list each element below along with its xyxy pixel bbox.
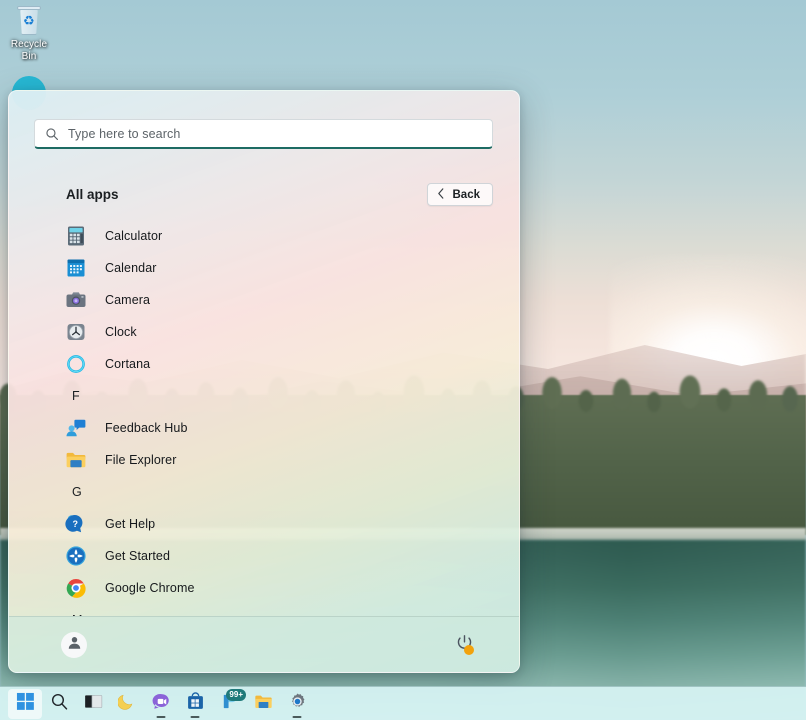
app-list-item-label: Cortana xyxy=(105,357,150,371)
search-input[interactable]: Type here to search xyxy=(34,119,493,149)
taskbar-running-indicator xyxy=(157,716,166,718)
user-account-icon xyxy=(67,635,82,655)
desktop[interactable]: ♻ Recycle Bin Type here to search All ap… xyxy=(0,0,806,720)
taskbar-microsoft-store-button[interactable] xyxy=(178,689,212,719)
desktop-icon-recycle-bin[interactable]: ♻ Recycle Bin xyxy=(4,4,54,63)
taskbar-running-indicator xyxy=(293,716,302,718)
get-help-icon: ? xyxy=(65,513,87,535)
app-list-item-label: Camera xyxy=(105,293,150,307)
app-list-item-label: Get Help xyxy=(105,517,155,531)
app-list-item[interactable]: Camera xyxy=(9,284,519,316)
app-list-item[interactable]: Cortana xyxy=(9,348,519,380)
file-explorer-icon xyxy=(65,449,87,471)
microsoft-store-icon xyxy=(186,692,205,716)
app-list-item[interactable]: Google Chrome xyxy=(9,572,519,604)
app-section-letter: G xyxy=(9,476,519,508)
calculator-icon xyxy=(65,225,87,247)
all-apps-list[interactable]: Calculator xyxy=(9,206,519,616)
app-list-item-label: Clock xyxy=(105,325,137,339)
app-list-item[interactable]: File Explorer xyxy=(9,444,519,476)
task-view-icon xyxy=(84,692,103,716)
taskbar-task-view-button[interactable] xyxy=(76,689,110,719)
chevron-left-icon xyxy=(437,186,445,204)
taskbar-settings-button[interactable] xyxy=(280,689,314,719)
taskbar-widgets-button[interactable] xyxy=(110,689,144,719)
all-apps-header: All apps Back xyxy=(9,149,519,206)
app-list-item[interactable]: Calculator xyxy=(9,220,519,252)
taskbar-search-button[interactable] xyxy=(42,689,76,719)
app-list-item-label: Feedback Hub xyxy=(105,421,188,435)
file-explorer-icon xyxy=(254,692,273,716)
search-placeholder: Type here to search xyxy=(68,127,180,141)
power-button[interactable] xyxy=(451,632,477,658)
page-title: All apps xyxy=(66,187,119,202)
app-list-item[interactable]: Get Started xyxy=(9,540,519,572)
taskbar-running-indicator xyxy=(191,716,200,718)
search-icon xyxy=(45,127,59,141)
app-list-item-label: Calculator xyxy=(105,229,162,243)
user-account-button[interactable] xyxy=(61,632,87,658)
widgets-icon xyxy=(118,692,137,716)
taskbar-chat-button[interactable] xyxy=(144,689,178,719)
app-list-item-label: File Explorer xyxy=(105,453,176,467)
windows-logo-icon xyxy=(16,692,35,716)
taskbar-notification-badge: 99+ xyxy=(226,689,246,701)
power-update-badge xyxy=(464,645,474,655)
app-section-letter: F xyxy=(9,380,519,412)
start-search-area: Type here to search xyxy=(9,91,519,149)
get-started-icon xyxy=(65,545,87,567)
recycle-bin-icon: ♻ xyxy=(13,6,45,38)
start-menu-footer xyxy=(9,616,519,672)
chat-teams-icon xyxy=(152,692,171,716)
taskbar-start-button[interactable] xyxy=(8,689,42,719)
taskbar[interactable]: 99+ xyxy=(0,686,806,720)
cortana-icon xyxy=(65,353,87,375)
app-list-item-label: Calendar xyxy=(105,261,157,275)
settings-gear-icon xyxy=(288,692,307,716)
svg-text:?: ? xyxy=(73,519,79,529)
taskbar-pinned-app-p-button[interactable]: 99+ xyxy=(212,689,246,719)
app-list-item[interactable]: Clock xyxy=(9,316,519,348)
camera-icon xyxy=(65,289,87,311)
search-icon xyxy=(50,692,69,716)
back-button[interactable]: Back xyxy=(427,183,494,206)
taskbar-file-explorer-button[interactable] xyxy=(246,689,280,719)
feedback-hub-icon xyxy=(65,417,87,439)
app-section-letter: M xyxy=(9,604,519,616)
start-menu-panel[interactable]: Type here to search All apps Back xyxy=(8,90,520,673)
desktop-icon-label: Recycle Bin xyxy=(4,39,54,63)
app-list-item-label: Google Chrome xyxy=(105,581,195,595)
clock-icon xyxy=(65,321,87,343)
app-list-item-label: Get Started xyxy=(105,549,170,563)
google-chrome-icon xyxy=(65,577,87,599)
app-list-item[interactable]: ? Get Help xyxy=(9,508,519,540)
app-list-item[interactable]: Feedback Hub xyxy=(9,412,519,444)
app-list-item[interactable]: Calendar xyxy=(9,252,519,284)
back-button-label: Back xyxy=(453,189,481,201)
calendar-icon xyxy=(65,257,87,279)
